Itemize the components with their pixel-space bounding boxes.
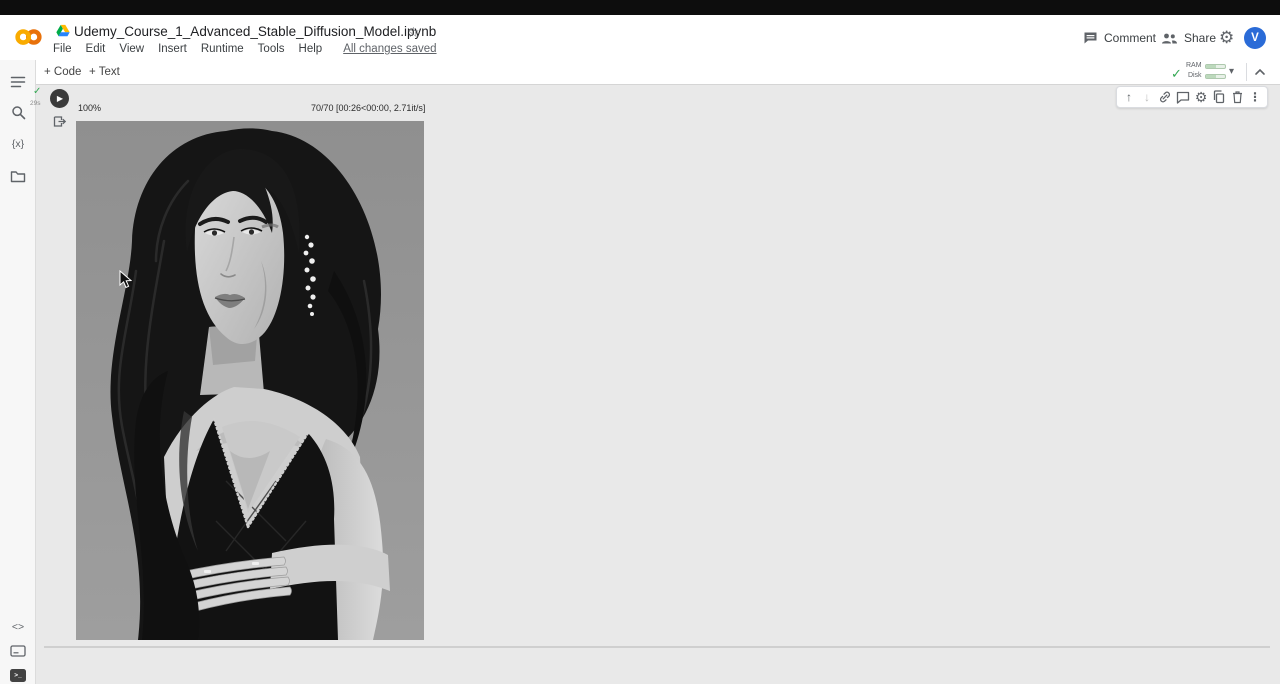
share-button[interactable]: Share <box>1161 31 1216 45</box>
share-icon <box>1161 32 1178 45</box>
save-status-link[interactable]: All changes saved <box>343 43 436 55</box>
comment-icon <box>1083 31 1098 45</box>
search-icon[interactable] <box>9 103 27 121</box>
progress-percent: 100% <box>78 103 101 113</box>
comment-button[interactable]: Comment <box>1083 31 1156 45</box>
toolbar-divider <box>1246 63 1247 81</box>
terminal-icon[interactable]: >_ <box>9 666 27 684</box>
files-folder-icon[interactable] <box>9 167 27 185</box>
menu-view[interactable]: View <box>119 43 144 55</box>
table-of-contents-icon[interactable] <box>9 73 27 91</box>
progress-status: 70/70 [00:26<00:00, 2.71it/s] <box>311 103 425 113</box>
notebook-title[interactable]: Udemy_Course_1_Advanced_Stable_Diffusion… <box>74 24 436 39</box>
disk-label: Disk <box>1188 72 1202 80</box>
run-cell-button[interactable]: ▶ <box>50 89 69 108</box>
play-icon: ▶ <box>57 94 63 103</box>
menu-file[interactable]: File <box>53 43 72 55</box>
share-label: Share <box>1184 31 1216 45</box>
menubar: File Edit View Insert Runtime Tools Help… <box>53 43 437 55</box>
add-code-button[interactable]: + Code <box>44 66 81 78</box>
collapse-header-chevron-icon[interactable] <box>1253 66 1267 78</box>
command-palette-icon[interactable] <box>9 642 27 660</box>
mouse-cursor <box>119 270 132 289</box>
notebook-toolbar <box>36 60 1280 85</box>
app-header: Udemy_Course_1_Advanced_Stable_Diffusion… <box>0 15 1280 60</box>
cell-bottom-border <box>44 646 1270 648</box>
move-cell-up-icon[interactable]: ↑ <box>1121 89 1137 105</box>
disk-meter <box>1205 74 1226 79</box>
resource-monitor[interactable]: RAM Disk <box>1186 62 1226 80</box>
cell-output-expand-icon[interactable] <box>52 114 67 129</box>
cell-executed-check-icon: ✓ <box>33 86 41 97</box>
move-cell-down-icon[interactable]: ↓ <box>1139 89 1155 105</box>
cell-toolbar: ↑ ↓ ⚙ ⋮ <box>1116 86 1268 108</box>
avatar[interactable]: V <box>1244 27 1266 49</box>
comment-label: Comment <box>1104 31 1156 45</box>
star-icon[interactable]: ☆ <box>407 24 420 41</box>
code-snippets-icon[interactable]: <> <box>9 618 27 636</box>
cell-settings-gear-icon[interactable]: ⚙ <box>1193 89 1209 105</box>
ram-label: RAM <box>1186 62 1202 70</box>
menu-edit[interactable]: Edit <box>86 43 106 55</box>
menu-tools[interactable]: Tools <box>258 43 285 55</box>
settings-gear-icon[interactable]: ⚙ <box>1219 28 1234 48</box>
resources-caret-down-icon[interactable]: ▾ <box>1229 66 1234 77</box>
delete-cell-trash-icon[interactable] <box>1229 89 1245 105</box>
drive-icon <box>56 24 70 37</box>
add-comment-icon[interactable] <box>1175 89 1191 105</box>
runtime-connected-check-icon[interactable]: ✓ <box>1171 66 1182 82</box>
left-sidebar-rail: {x} <> >_ <box>0 60 36 684</box>
colab-logo-icon[interactable] <box>15 27 42 47</box>
more-actions-icon[interactable]: ⋮ <box>1247 89 1263 105</box>
letterbox-bar <box>0 0 1280 15</box>
add-text-button[interactable]: + Text <box>89 66 120 78</box>
generated-portrait-image <box>76 121 424 640</box>
cell-execution-time: 29s <box>30 100 40 107</box>
copy-cell-icon[interactable] <box>1211 89 1227 105</box>
copy-link-icon[interactable] <box>1157 89 1173 105</box>
ram-meter <box>1205 64 1226 69</box>
variables-icon[interactable]: {x} <box>9 135 27 153</box>
menu-runtime[interactable]: Runtime <box>201 43 244 55</box>
menu-insert[interactable]: Insert <box>158 43 187 55</box>
menu-help[interactable]: Help <box>299 43 323 55</box>
